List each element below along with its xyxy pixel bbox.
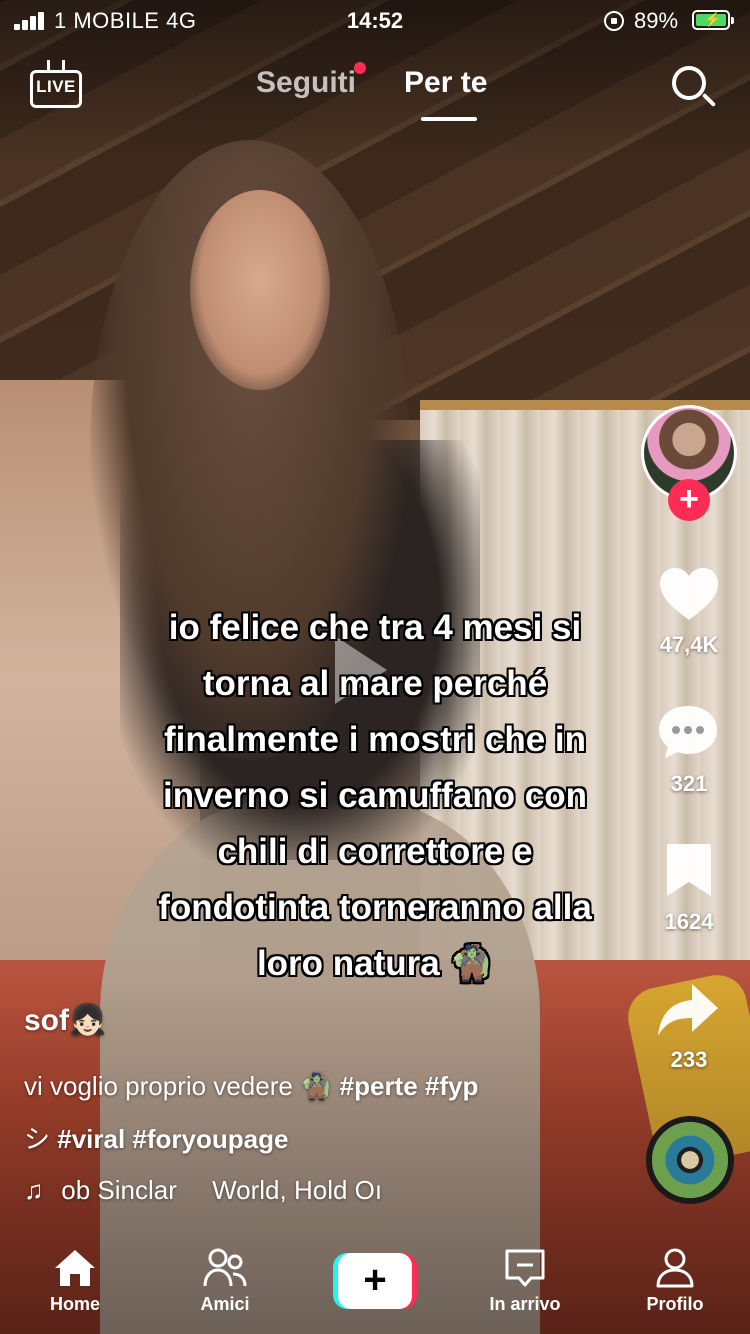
like-count: 47,4K [659, 632, 719, 657]
tab-inbox[interactable]: In arrivo [450, 1236, 600, 1334]
video-description-line2[interactable]: シ #viral #foryoupage [24, 1119, 288, 1156]
comment-count: 321 [670, 771, 708, 796]
rotation-lock-icon [604, 11, 624, 31]
profile-icon [656, 1248, 694, 1288]
overlay-line: fondotinta torneranno alla [158, 888, 592, 927]
description-text: vi voglio proprio vedere 🧌 [24, 1071, 340, 1101]
overlay-line: loro natura 🧌 [256, 944, 494, 983]
description-prefix: シ [24, 1124, 58, 1154]
video-text-overlay: io felice che tra 4 mesi si torna al mar… [100, 600, 650, 992]
search-icon [672, 66, 706, 100]
overlay-line: finalmente i mostri che in [163, 720, 587, 759]
share-count: 233 [670, 1047, 708, 1072]
music-ticker[interactable]: ♫ ob Sinclar World, Hold Oı [24, 1175, 382, 1206]
tab-home[interactable]: Home [0, 1236, 150, 1334]
overlay-line: torna al mare perché [202, 664, 548, 703]
notification-dot [354, 62, 367, 74]
search-button[interactable] [670, 64, 718, 112]
live-button[interactable]: LIVE [30, 60, 82, 110]
status-bar: 1 MOBILE 4G 14:52 89% ⚡ [0, 0, 750, 40]
inbox-icon [505, 1249, 545, 1287]
hashtags[interactable]: #viral #foryoupage [57, 1124, 288, 1154]
tab-following-label: Seguiti [256, 66, 357, 99]
tab-for-you-label: Per te [404, 66, 488, 99]
create-button[interactable]: + [333, 1253, 417, 1309]
tab-inbox-label: In arrivo [489, 1294, 561, 1314]
tab-profile[interactable]: Profilo [600, 1236, 750, 1334]
tab-for-you[interactable]: Per te [404, 66, 487, 100]
bookmark-icon[interactable] [665, 842, 713, 898]
home-icon [55, 1250, 95, 1286]
video-description[interactable]: vi voglio proprio vedere 🧌 #perte #fyp [24, 1071, 478, 1102]
heart-icon[interactable] [658, 566, 720, 622]
overlay-line: io felice che tra 4 mesi si [168, 608, 582, 647]
tab-profile-label: Profilo [646, 1294, 704, 1314]
overlay-line: inverno si camuffano con [163, 776, 587, 815]
music-disc[interactable] [646, 1116, 734, 1204]
music-title-2: World, Hold Oı [212, 1175, 383, 1205]
tab-home-label: Home [49, 1294, 100, 1314]
friends-icon [203, 1248, 247, 1287]
music-note-icon: ♫ [24, 1175, 44, 1205]
overlay-line: chili di correttore e [217, 832, 533, 871]
follow-button[interactable]: + [668, 479, 710, 521]
tab-following[interactable]: Seguiti [256, 62, 367, 100]
battery-percentage: 89% [634, 8, 679, 33]
share-icon[interactable] [656, 982, 720, 1038]
plus-icon: + [363, 1258, 387, 1302]
comment-icon[interactable] [657, 704, 719, 760]
tab-friends-label: Amici [200, 1294, 250, 1314]
save-count: 1624 [664, 909, 714, 934]
music-title: ob Sinclar [61, 1175, 177, 1205]
active-tab-indicator [421, 117, 477, 121]
person-face [190, 190, 330, 390]
tab-friends[interactable]: Amici [150, 1236, 300, 1334]
battery-icon: ⚡ [692, 10, 734, 30]
live-label: LIVE [36, 77, 76, 96]
hashtags[interactable]: #perte #fyp [340, 1071, 479, 1101]
author-name[interactable]: sof👧🏻 [24, 1003, 106, 1038]
